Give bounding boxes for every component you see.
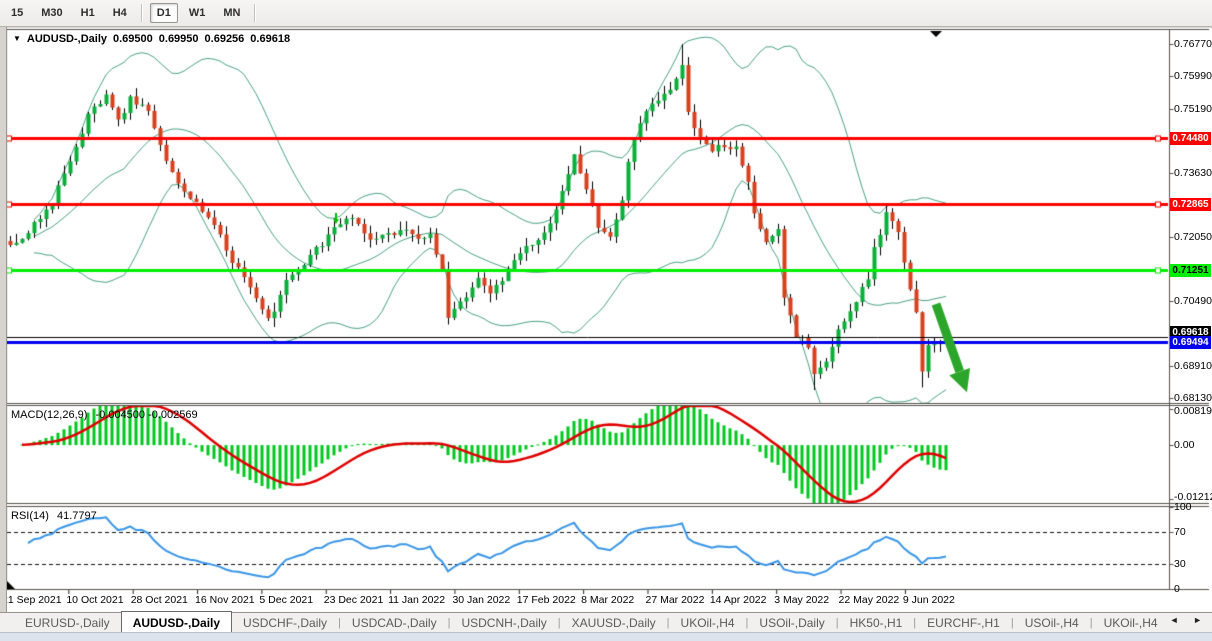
chart-tab-usdchfdaily[interactable]: USDCHF-,Daily — [232, 613, 338, 632]
macd-tick-label: 0.00 — [1174, 439, 1194, 452]
rsi-tick-label: 0 — [1174, 583, 1180, 596]
timeframe-button-mn[interactable]: MN — [216, 3, 247, 23]
macd-indicator-label: MACD(12,26,9) -0.004500 -0.002569 — [11, 409, 198, 421]
rsi-tick-label: 100 — [1174, 501, 1192, 514]
price-tick-label: 0.68130 — [1174, 392, 1212, 405]
chart-tab-usoildaily[interactable]: USOil-,Daily — [748, 613, 835, 632]
price-tick-label: 0.76770 — [1174, 38, 1212, 51]
timeframe-button-15[interactable]: 15 — [4, 3, 30, 23]
hline-price-badge: 0.71251 — [1170, 264, 1211, 277]
chart-tab-eurchfh1[interactable]: EURCHF-,H1 — [916, 613, 1011, 632]
rsi-title: RSI(14) — [11, 510, 49, 522]
chart-tab-ukoilh4[interactable]: UKOil-,H4 — [670, 613, 746, 632]
chart-tab-usdcaddaily[interactable]: USDCAD-,Daily — [341, 613, 448, 632]
rsi-tick-label: 30 — [1174, 558, 1186, 571]
price-tick-label: 0.73630 — [1174, 167, 1212, 180]
chart-tab-eurusddaily[interactable]: EURUSD-,Daily — [14, 613, 121, 632]
hline-price-badge: 0.74480 — [1170, 132, 1211, 145]
time-axis-label: 17 Feb 2022 — [517, 594, 576, 606]
timeframe-button-m30[interactable]: M30 — [34, 3, 69, 23]
macd-tick-label: 0.008197 — [1174, 405, 1212, 418]
price-tick-label: 0.75990 — [1174, 70, 1212, 83]
window-left-edge — [0, 27, 7, 612]
price-tick-label: 0.70490 — [1174, 295, 1212, 308]
ohlc-high: 0.69950 — [159, 33, 199, 45]
chart-tab-hk50h1[interactable]: HK50-,H1 — [839, 613, 914, 632]
time-axis-label: 10 Oct 2021 — [66, 594, 123, 606]
price-tick-label: 0.72050 — [1174, 231, 1212, 244]
symbol-dropdown-icon[interactable]: ▼ — [13, 34, 21, 43]
tab-scroll-arrows[interactable]: ◄ ► — [1170, 615, 1208, 625]
symbol-name: AUDUSD-,Daily — [27, 33, 107, 45]
timeframe-button-d1[interactable]: D1 — [150, 3, 178, 23]
ohlc-low: 0.69256 — [205, 33, 245, 45]
timeframe-toolbar: 15M30H1H4 D1W1MN — [0, 0, 1212, 27]
hline-price-badge: 0.69494 — [1170, 336, 1211, 349]
time-axis-label: 8 Mar 2022 — [581, 594, 634, 606]
timeframe-button-h4[interactable]: H4 — [106, 3, 134, 23]
time-axis-label: 21 Sep 2021 — [2, 594, 62, 606]
time-axis-label: 11 Jan 2022 — [388, 594, 445, 606]
toolbar-separator — [254, 4, 256, 22]
chart-tab-audusddaily[interactable]: AUDUSD-,Daily — [121, 611, 232, 632]
hline-price-badge: 0.72865 — [1170, 198, 1211, 211]
rsi-tick-label: 70 — [1174, 526, 1186, 539]
chart-tab-bar: EURUSD-,DailyAUDUSD-,DailyUSDCHF-,Daily|… — [0, 612, 1212, 632]
macd-title: MACD(12,26,9) — [11, 409, 87, 421]
chart-symbol-header: ▼ AUDUSD-,Daily 0.69500 0.69950 0.69256 … — [13, 33, 290, 45]
chart-canvas[interactable] — [0, 0, 1212, 640]
time-axis-label: 16 Nov 2021 — [195, 594, 255, 606]
chart-tab-usoilh4[interactable]: USOil-,H4 — [1014, 613, 1090, 632]
rsi-indicator-label: RSI(14) 41.7797 — [11, 510, 97, 522]
time-axis-label: 3 May 2022 — [774, 594, 829, 606]
ohlc-close: 0.69618 — [250, 33, 290, 45]
time-axis-label: 27 Mar 2022 — [646, 594, 705, 606]
time-axis-label: 28 Oct 2021 — [131, 594, 188, 606]
time-axis-label: 30 Jan 2022 — [452, 594, 510, 606]
chart-tab-ukoilh4[interactable]: UKOil-,H4 — [1093, 613, 1169, 632]
time-axis-label: 14 Apr 2022 — [710, 594, 767, 606]
toolbar-separator — [141, 4, 143, 22]
rsi-value: 41.7797 — [57, 510, 97, 522]
time-axis-label: 23 Dec 2021 — [324, 594, 384, 606]
time-axis-label: 9 Jun 2022 — [903, 594, 955, 606]
price-tick-label: 0.75190 — [1174, 103, 1212, 116]
timeframe-button-w1[interactable]: W1 — [182, 3, 213, 23]
ohlc-open: 0.69500 — [113, 33, 153, 45]
timeframe-button-h1[interactable]: H1 — [74, 3, 102, 23]
price-tick-label: 0.68910 — [1174, 360, 1212, 373]
chart-tab-usdcnhdaily[interactable]: USDCNH-,Daily — [450, 613, 557, 632]
time-axis-label: 22 May 2022 — [839, 594, 900, 606]
chart-tab-xauusddaily[interactable]: XAUUSD-,Daily — [561, 613, 667, 632]
macd-values: -0.004500 -0.002569 — [95, 409, 197, 421]
time-axis-label: 5 Dec 2021 — [259, 594, 313, 606]
